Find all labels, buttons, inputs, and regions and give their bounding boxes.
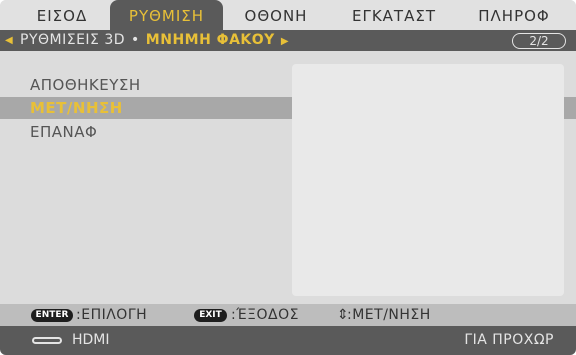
hdmi-connector-icon: [32, 337, 62, 344]
tab-setup[interactable]: ΡΥΘΜΙΣΗ: [110, 0, 223, 30]
menu-content: ΑΠΟΘΗΚΕΥΣΗ ΜΕΤ/ΝΗΣΗ ΕΠΑΝΑΦ: [0, 51, 576, 304]
arrow-left-icon[interactable]: ◀: [5, 30, 13, 51]
tab-installation[interactable]: ΕΓΚΑΤΑΣΤ: [329, 0, 459, 30]
help-bar: ENTER :ΕΠΙΛΟΓΗ EXIT :ΈΞΟΔΟΣ ⇕ :ΜΕΤ/ΝΗΣΗ: [0, 304, 576, 326]
tab-display[interactable]: ΟΘΟΝΗ: [223, 0, 329, 30]
status-right-label: ΓΙΑ ΠΡΟΧΩΡ: [464, 332, 554, 348]
tab-bar: ΕΙΣΟΔ ΡΥΘΜΙΣΗ ΟΘΟΝΗ ΕΓΚΑΤΑΣΤ ΠΛΗΡΟΦ: [0, 0, 576, 30]
source-label: HDMI: [72, 332, 110, 348]
tab-input[interactable]: ΕΙΣΟΔ: [14, 0, 110, 30]
arrow-right-icon[interactable]: ▶: [281, 36, 289, 47]
status-bar: HDMI ΓΙΑ ΠΡΟΧΩΡ: [0, 326, 576, 355]
breadcrumb-separator: •: [131, 32, 140, 48]
exit-help-label: :ΈΞΟΔΟΣ: [231, 307, 299, 323]
breadcrumb-path: ΡΥΘΜΙΣΕΙΣ 3D • ΜΝΗΜΗ ΦΑΚΟΥ ▶: [20, 30, 289, 52]
enter-help-label: :ΕΠΙΛΟΓΗ: [76, 307, 148, 323]
exit-key-badge: EXIT: [194, 309, 227, 322]
tab-info[interactable]: ΠΛΗΡΟΦ: [459, 0, 569, 30]
osd-menu: ΕΙΣΟΔ ΡΥΘΜΙΣΗ ΟΘΟΝΗ ΕΓΚΑΤΑΣΤ ΠΛΗΡΟΦ ◀ ΡΥ…: [0, 0, 576, 355]
breadcrumb-current: ΜΝΗΜΗ ΦΑΚΟΥ: [145, 32, 275, 48]
breadcrumb-parent: ΡΥΘΜΙΣΕΙΣ 3D: [20, 32, 126, 48]
enter-key-badge: ENTER: [31, 309, 73, 322]
menu-item-label: ΑΠΟΘΗΚΕΥΣΗ: [30, 76, 141, 94]
info-panel: [292, 64, 564, 296]
breadcrumb: ◀ ΡΥΘΜΙΣΕΙΣ 3D • ΜΝΗΜΗ ΦΑΚΟΥ ▶ 2/2: [0, 30, 576, 51]
page-indicator: 2/2: [512, 33, 566, 49]
move-help-label: :ΜΕΤ/ΝΗΣΗ: [347, 307, 431, 323]
menu-item-label: ΜΕΤ/ΝΗΣΗ: [30, 99, 123, 117]
menu-item-label: ΕΠΑΝΑΦ: [30, 123, 98, 141]
